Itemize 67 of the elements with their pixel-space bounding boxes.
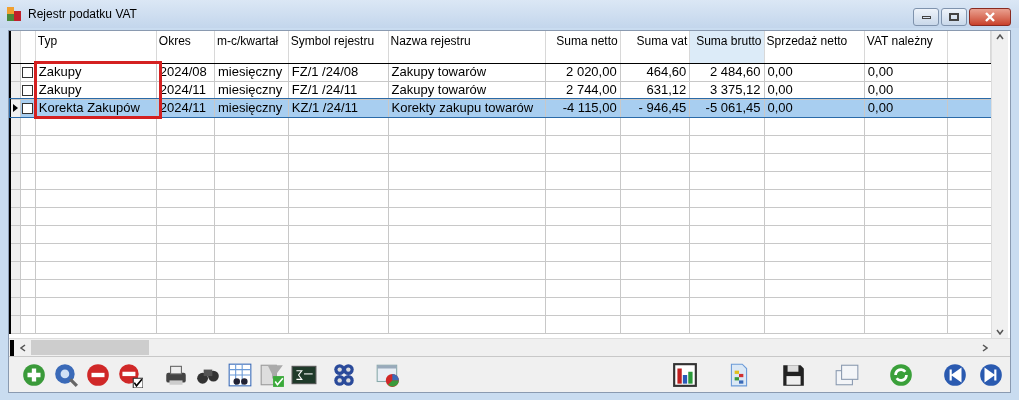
remove-checked-icon[interactable]: [117, 361, 143, 388]
scroll-up-icon[interactable]: [996, 34, 1004, 40]
table-cell: miesięczny: [217, 64, 283, 79]
table-cell: 0,00: [867, 100, 894, 115]
window-title: Rejestr podatku VAT: [28, 6, 137, 23]
table-cell: 0,00: [767, 64, 793, 79]
table-cell: Korekty zakupu towarów: [391, 100, 534, 115]
maximize-button[interactable]: [941, 8, 967, 26]
table-cell: 631,12: [646, 82, 687, 97]
table-cell: -5 061,45: [705, 100, 761, 115]
app-icon: [6, 6, 22, 22]
table-cell: 464,60: [646, 64, 687, 79]
close-icon: [985, 12, 995, 22]
column-header[interactable]: Okres: [158, 34, 191, 48]
table-cell: FZ/1 /24/11: [291, 82, 358, 97]
table-cell: miesięczny: [217, 100, 283, 115]
table-cell: Korekta Zakupów: [38, 100, 140, 115]
table-binoculars-icon[interactable]: [227, 361, 253, 388]
table-cell: 2024/08: [159, 64, 207, 79]
current-row-icon: [13, 104, 18, 112]
scroll-right-icon[interactable]: [982, 343, 988, 352]
gears-icon[interactable]: [331, 361, 357, 388]
table-cell: Zakupy: [38, 82, 82, 97]
table-cell: 2024/11: [159, 100, 206, 115]
scroll-left-icon[interactable]: [20, 343, 26, 352]
table-cell: 2024/11: [159, 82, 206, 97]
column-header[interactable]: Suma vat: [636, 34, 688, 48]
table-cell: 0,00: [867, 64, 894, 79]
table-cell: KZ/1 /24/11: [291, 100, 358, 115]
table-cell: FZ/1 /24/08: [291, 64, 359, 79]
table-cell: Zakupy towarów: [391, 82, 487, 97]
add-icon[interactable]: [21, 361, 47, 388]
row-checkbox[interactable]: [22, 102, 34, 114]
table-cell: 0,00: [867, 82, 894, 97]
scroll-thumb[interactable]: [31, 340, 149, 355]
table-cell: 2 744,00: [566, 82, 617, 97]
column-header[interactable]: VAT należny: [866, 34, 933, 48]
table-cell: Zakupy: [38, 64, 82, 79]
table-cell: Zakupy towarów: [391, 64, 487, 79]
scroll-down-icon[interactable]: [996, 329, 1004, 335]
row-checkbox[interactable]: [22, 84, 34, 96]
minimize-button[interactable]: [913, 8, 939, 26]
first-record-icon[interactable]: [942, 361, 968, 388]
magnifier-icon[interactable]: [53, 361, 79, 388]
remove-icon[interactable]: [85, 361, 111, 388]
column-header[interactable]: m-c/kwartał: [216, 34, 279, 48]
vertical-scrollbar[interactable]: [991, 31, 1008, 338]
table-cell: 0,00: [767, 82, 793, 97]
column-header[interactable]: Suma netto: [556, 34, 618, 48]
column-header[interactable]: Nazwa rejestru: [390, 34, 471, 48]
table-cell: miesięczny: [217, 82, 283, 97]
table-cell: -4 115,00: [562, 100, 617, 115]
table-cell: 2 484,60: [709, 64, 761, 79]
last-record-icon[interactable]: [978, 361, 1004, 388]
column-header[interactable]: Symbol rejestru: [290, 34, 375, 48]
bar-chart-icon[interactable]: [672, 361, 698, 388]
table-cell: 2 020,00: [566, 64, 617, 79]
table-cell: - 946,45: [638, 100, 687, 115]
table-cell: 3 375,12: [709, 82, 761, 97]
refresh-icon[interactable]: [888, 361, 914, 388]
column-header[interactable]: Sprzedaż netto: [766, 34, 848, 48]
table-row[interactable]: Zakupy 2024/08 miesięczny FZ/1 /24/08 Zakupy towarów 2 020,00 464,60 2 484,60 0,00 0,00: [10, 63, 991, 81]
horizontal-scrollbar[interactable]: [9, 338, 1010, 356]
table-cell: 0,00: [767, 100, 793, 115]
close-button[interactable]: [969, 8, 1011, 26]
column-header[interactable]: Typ: [37, 34, 58, 48]
row-checkbox[interactable]: [22, 66, 34, 78]
